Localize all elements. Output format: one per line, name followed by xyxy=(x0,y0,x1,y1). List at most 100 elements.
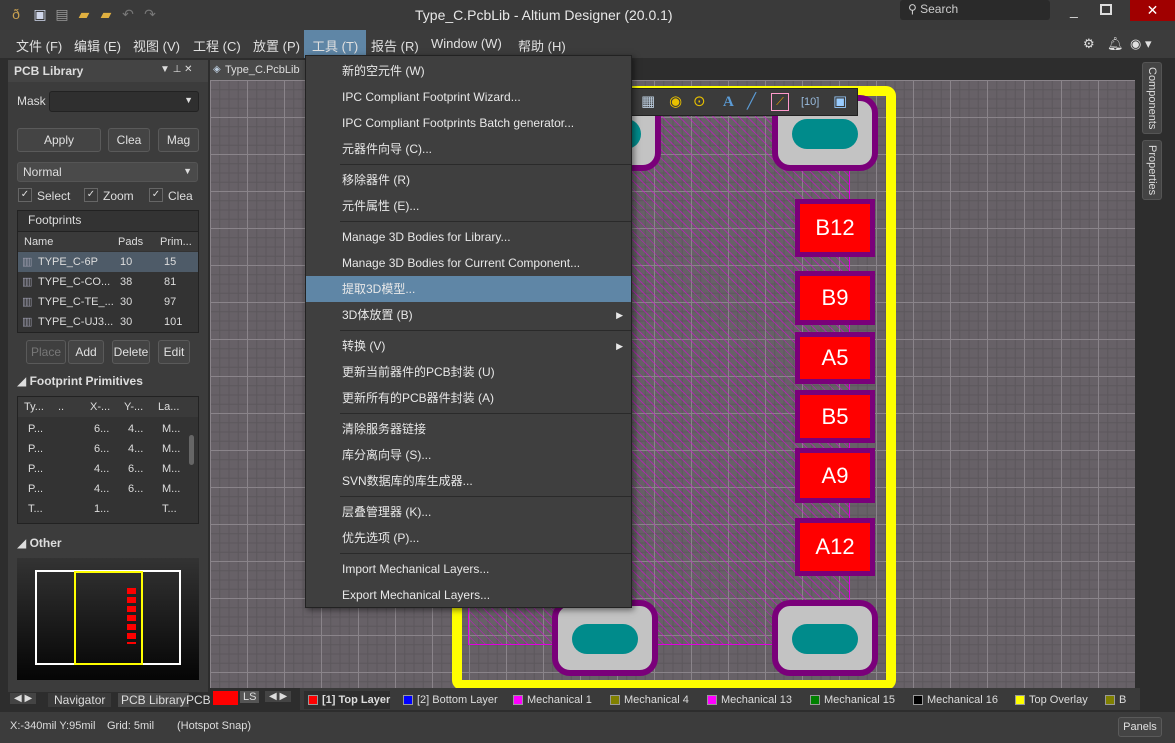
layer-scroll-arrows[interactable]: ◀ ▶ xyxy=(265,691,292,702)
tools-menu-item[interactable]: 层叠管理器 (K)... xyxy=(306,499,631,525)
mode-select[interactable]: Normal ▼ xyxy=(17,162,198,182)
primitives-column-header[interactable]: Ty..... X-... Y-... La... xyxy=(18,397,198,417)
mask-input[interactable]: ▼ xyxy=(49,91,199,112)
col-x[interactable]: X-... xyxy=(90,397,110,417)
tools-menu-item[interactable]: Export Mechanical Layers... xyxy=(306,582,631,608)
panel-menu-icon[interactable]: ▼ ⊥ ✕ xyxy=(160,64,193,75)
tools-menu-item[interactable]: 清除服务器链接 xyxy=(306,416,631,442)
tools-menu-item[interactable]: 新的空元件 (W) xyxy=(306,58,631,84)
layer-tab[interactable]: [1] Top Layer xyxy=(304,691,391,709)
other-header[interactable]: ◢ Other xyxy=(17,536,62,550)
menu-tools[interactable]: 工具 (T) xyxy=(304,30,367,58)
tools-menu-item[interactable]: IPC Compliant Footprint Wizard... xyxy=(306,84,631,110)
component-icon[interactable]: ▦ xyxy=(641,89,655,115)
layer-tab[interactable]: Mechanical 4 xyxy=(606,691,689,709)
add-button[interactable]: Add xyxy=(68,340,104,364)
menu-file[interactable]: 文件 (F) xyxy=(16,36,62,55)
current-layer-color[interactable] xyxy=(213,691,238,705)
tools-menu-item[interactable]: 转换 (V) ▶ xyxy=(306,333,631,359)
properties-side-tab[interactable]: Properties xyxy=(1142,140,1162,200)
coordinate-icon[interactable]: [10] xyxy=(801,89,819,115)
pad-a12[interactable]: A12 xyxy=(795,518,875,576)
clear-button[interactable]: Clea xyxy=(108,128,150,152)
primitive-row[interactable]: P... 6... 4... M... xyxy=(18,439,198,459)
footprint-row[interactable]: ▥ TYPE_C-CO... 38 81 xyxy=(18,272,198,292)
zoom-checkbox[interactable]: ✓ xyxy=(84,188,98,202)
menu-project[interactable]: 工程 (C) xyxy=(193,36,241,55)
menu-reports[interactable]: 报告 (R) xyxy=(371,36,419,55)
tab-scroll-arrows[interactable]: ◀ ▶ xyxy=(10,693,37,704)
tools-menu-item[interactable]: 优先选项 (P)... xyxy=(306,525,631,551)
layer-tab[interactable]: Top Overlay xyxy=(1011,691,1088,709)
footprint-row[interactable]: ▥ TYPE_C-UJ3... 30 101 xyxy=(18,312,198,332)
user-account-icon[interactable]: ◉ ▾ xyxy=(1130,36,1151,52)
col-name[interactable]: Name xyxy=(24,232,53,252)
footprints-column-header[interactable]: Name Pads Prim... xyxy=(18,231,198,251)
region-icon[interactable]: ▣ xyxy=(833,89,847,115)
menu-help[interactable]: 帮助 (H) xyxy=(518,36,566,55)
col-prims[interactable]: Prim... xyxy=(160,232,192,252)
primitive-row[interactable]: P... 4... 6... M... xyxy=(18,459,198,479)
footprint-primitives-header[interactable]: ◢ Footprint Primitives xyxy=(17,374,143,388)
pad-a5[interactable]: A5 xyxy=(795,332,875,384)
tools-menu-item[interactable]: 元器件向导 (C)... xyxy=(306,136,631,162)
tab-pcb-library[interactable]: PCB Library xyxy=(118,693,189,707)
select-checkbox[interactable]: ✓ xyxy=(18,188,32,202)
pad-b9[interactable]: B9 xyxy=(795,271,875,325)
magnify-button[interactable]: Mag xyxy=(158,128,199,152)
edit-button[interactable]: Edit xyxy=(158,340,190,364)
layer-tab[interactable]: Mechanical 15 xyxy=(806,691,895,709)
tools-menu-item[interactable]: Import Mechanical Layers... xyxy=(306,556,631,582)
primitives-scrollbar[interactable] xyxy=(189,435,194,465)
primitive-row[interactable]: T... 1... T... xyxy=(18,499,198,519)
undo-icon[interactable]: ↶ xyxy=(120,6,136,22)
layer-tab[interactable]: Mechanical 13 xyxy=(703,691,792,709)
tools-menu-item[interactable]: 元件属性 (E)... xyxy=(306,193,631,219)
notifications-icon[interactable]: 🔔︎ xyxy=(1107,36,1124,52)
primitive-row[interactable]: P... 6... 4... M... xyxy=(18,419,198,439)
open-project-icon[interactable]: ▰ xyxy=(98,6,114,22)
tools-menu-item[interactable]: 3D体放置 (B) ▶ xyxy=(306,302,631,328)
layer-tab[interactable]: Mechanical 16 xyxy=(909,691,998,709)
pad-a9[interactable]: A9 xyxy=(795,448,875,503)
pad-mount-bottom-left[interactable] xyxy=(552,600,658,676)
tools-menu-item[interactable]: 提取3D模型... xyxy=(306,276,631,302)
place-button[interactable]: Place xyxy=(26,340,66,364)
col-name[interactable]: .. xyxy=(58,397,64,417)
close-button[interactable]: ✕ xyxy=(1130,0,1175,21)
tools-menu-item[interactable]: SVN数据库的库生成器... xyxy=(306,468,631,494)
primitive-row[interactable]: P... 4... 6... M... xyxy=(18,479,198,499)
clear-checkbox[interactable]: ✓ xyxy=(149,188,163,202)
settings-icon[interactable]: ⚙ xyxy=(1083,36,1095,52)
line-icon[interactable]: ╱ xyxy=(747,89,756,115)
tools-menu-item[interactable]: 移除器件 (R) xyxy=(306,167,631,193)
document-tab[interactable]: ◈ Type_C.PcbLib xyxy=(210,60,305,80)
footprint-row[interactable]: ▥ TYPE_C-6P 10 15 xyxy=(18,252,198,272)
open-folder-icon[interactable]: ▰ xyxy=(76,6,92,22)
save-all-icon[interactable]: ▤ xyxy=(54,6,70,22)
maximize-button[interactable] xyxy=(1100,4,1112,15)
tools-menu-item[interactable]: 更新所有的PCB器件封装 (A) xyxy=(306,385,631,411)
tab-pcb[interactable]: PCB xyxy=(186,693,211,707)
tools-menu-item[interactable]: IPC Compliant Footprints Batch generator… xyxy=(306,110,631,136)
save-icon[interactable]: ▣ xyxy=(32,6,48,22)
panels-button[interactable]: Panels xyxy=(1118,717,1162,737)
minimize-button[interactable]: _ xyxy=(1070,2,1078,18)
search-input[interactable]: ⚲ Search xyxy=(900,0,1050,20)
pad-b5[interactable]: B5 xyxy=(795,390,875,443)
col-y[interactable]: Y-... xyxy=(124,397,143,417)
menu-edit[interactable]: 编辑 (E) xyxy=(74,36,121,55)
col-type[interactable]: Ty... xyxy=(24,397,44,417)
tab-navigator[interactable]: Navigator xyxy=(48,693,112,707)
components-side-tab[interactable]: Components xyxy=(1142,62,1162,134)
layer-set-button[interactable]: LS xyxy=(240,691,260,703)
col-layer[interactable]: La... xyxy=(158,397,179,417)
redo-icon[interactable]: ↷ xyxy=(142,6,158,22)
pad-mount-bottom-right[interactable] xyxy=(772,600,878,676)
via-icon[interactable]: ⊙ xyxy=(693,89,706,115)
tools-menu-item[interactable]: Manage 3D Bodies for Current Component..… xyxy=(306,250,631,276)
apply-button[interactable]: Apply xyxy=(17,128,101,152)
tools-menu-item[interactable]: 更新当前器件的PCB封装 (U) xyxy=(306,359,631,385)
layer-tab[interactable]: [2] Bottom Layer xyxy=(399,691,498,709)
footprint-row[interactable]: ▥ TYPE_C-TE_... 30 97 xyxy=(18,292,198,312)
